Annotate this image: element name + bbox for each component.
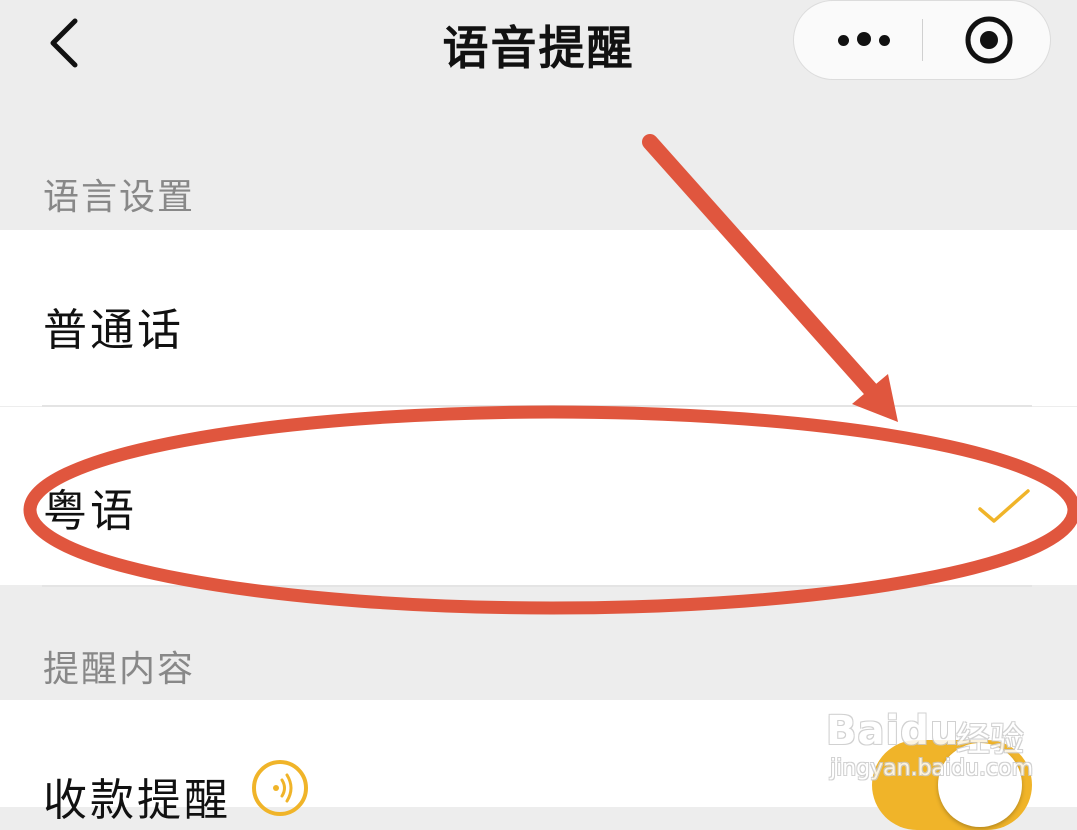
section-header-language: 语言设置 (43, 177, 196, 218)
watermark-suffix: 经验 (956, 720, 1024, 760)
language-option-cantonese[interactable]: 粤语 (0, 407, 1077, 585)
section-header-reminder: 提醒内容 (43, 649, 196, 690)
baidu-watermark: Baidu 经验 jingyan.baidu.com (826, 690, 1056, 800)
watermark-url: jingyan.baidu.com (830, 756, 1034, 781)
language-option-label: 粤语 (43, 486, 137, 537)
sound-wave-icon (252, 760, 308, 816)
language-option-label: 普通话 (43, 305, 184, 356)
mini-program-capsule (793, 0, 1051, 80)
capsule-divider (922, 19, 923, 61)
target-circle-icon (965, 16, 1013, 64)
more-button[interactable] (814, 1, 914, 79)
watermark-brand: Baidu (826, 708, 960, 754)
close-button[interactable] (944, 1, 1034, 79)
reminder-item-label: 收款提醒 (43, 775, 231, 826)
more-dots-icon (834, 31, 894, 50)
language-option-mandarin[interactable]: 普通话 (0, 230, 1077, 406)
divider (42, 585, 1032, 587)
navigation-bar: 语音提醒 (0, 0, 1077, 100)
checkmark-icon (978, 489, 1030, 523)
